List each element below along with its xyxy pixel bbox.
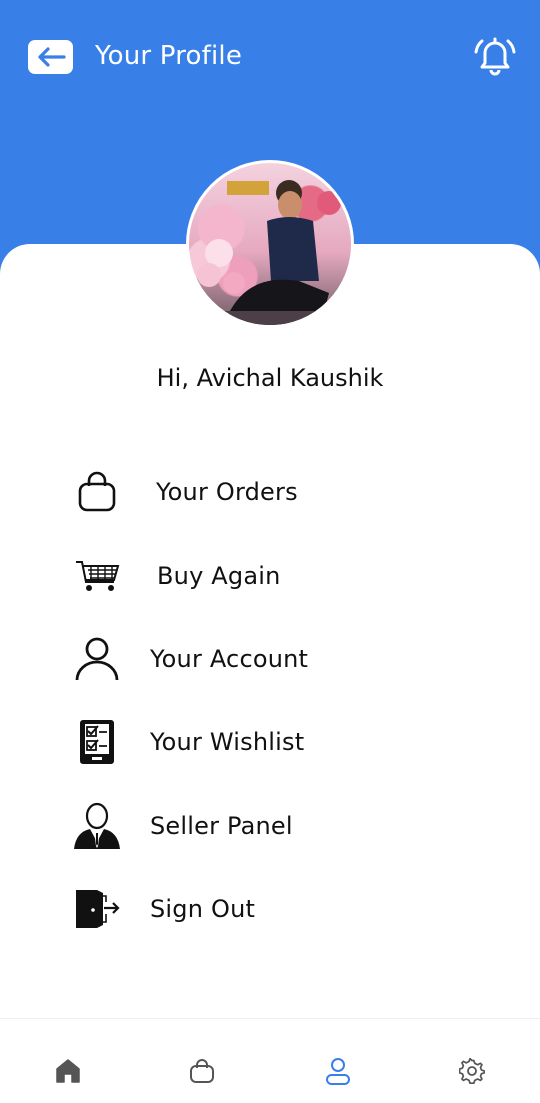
menu-label-your-wishlist: Your Wishlist: [150, 728, 305, 756]
page-title: Your Profile: [95, 41, 243, 71]
bell-icon: [474, 37, 516, 76]
user-greeting: Hi, Avichal Kaushik: [156, 364, 384, 392]
menu-item-seller-panel[interactable]: Seller Panel: [60, 796, 480, 856]
nav-home-button[interactable]: [48, 1051, 88, 1091]
profile-photo: [189, 180, 351, 325]
notification-button[interactable]: [470, 33, 520, 79]
menu-item-your-account[interactable]: Your Account: [60, 629, 480, 689]
shopping-bag-icon: [60, 462, 134, 522]
menu-item-buy-again[interactable]: Buy Again: [60, 546, 480, 606]
arrow-left-icon: [37, 47, 66, 67]
menu-label-sign-out: Sign Out: [150, 895, 256, 923]
user-icon: [326, 1058, 350, 1085]
nav-settings-button[interactable]: [452, 1051, 492, 1091]
menu-item-your-wishlist[interactable]: Your Wishlist: [60, 712, 480, 772]
shopping-bag-icon: [190, 1059, 214, 1083]
back-button[interactable]: [28, 40, 73, 74]
menu-item-your-orders[interactable]: Your Orders: [60, 462, 480, 522]
exit-door-icon: [60, 879, 134, 939]
avatar[interactable]: [186, 160, 354, 328]
menu-label-seller-panel: Seller Panel: [150, 812, 293, 840]
checklist-icon: [60, 712, 134, 772]
businessman-icon: [60, 796, 134, 856]
nav-bag-button[interactable]: [182, 1051, 222, 1091]
menu-item-sign-out[interactable]: Sign Out: [60, 879, 480, 939]
bottom-navigation: [0, 1018, 540, 1103]
gear-icon: [459, 1058, 485, 1084]
shopping-cart-icon: [60, 546, 134, 606]
menu-label-buy-again: Buy Again: [157, 562, 281, 590]
menu-label-your-orders: Your Orders: [156, 478, 298, 506]
user-icon: [60, 629, 134, 689]
home-icon: [56, 1059, 80, 1083]
menu-label-your-account: Your Account: [150, 645, 309, 673]
nav-profile-button[interactable]: [318, 1051, 358, 1091]
